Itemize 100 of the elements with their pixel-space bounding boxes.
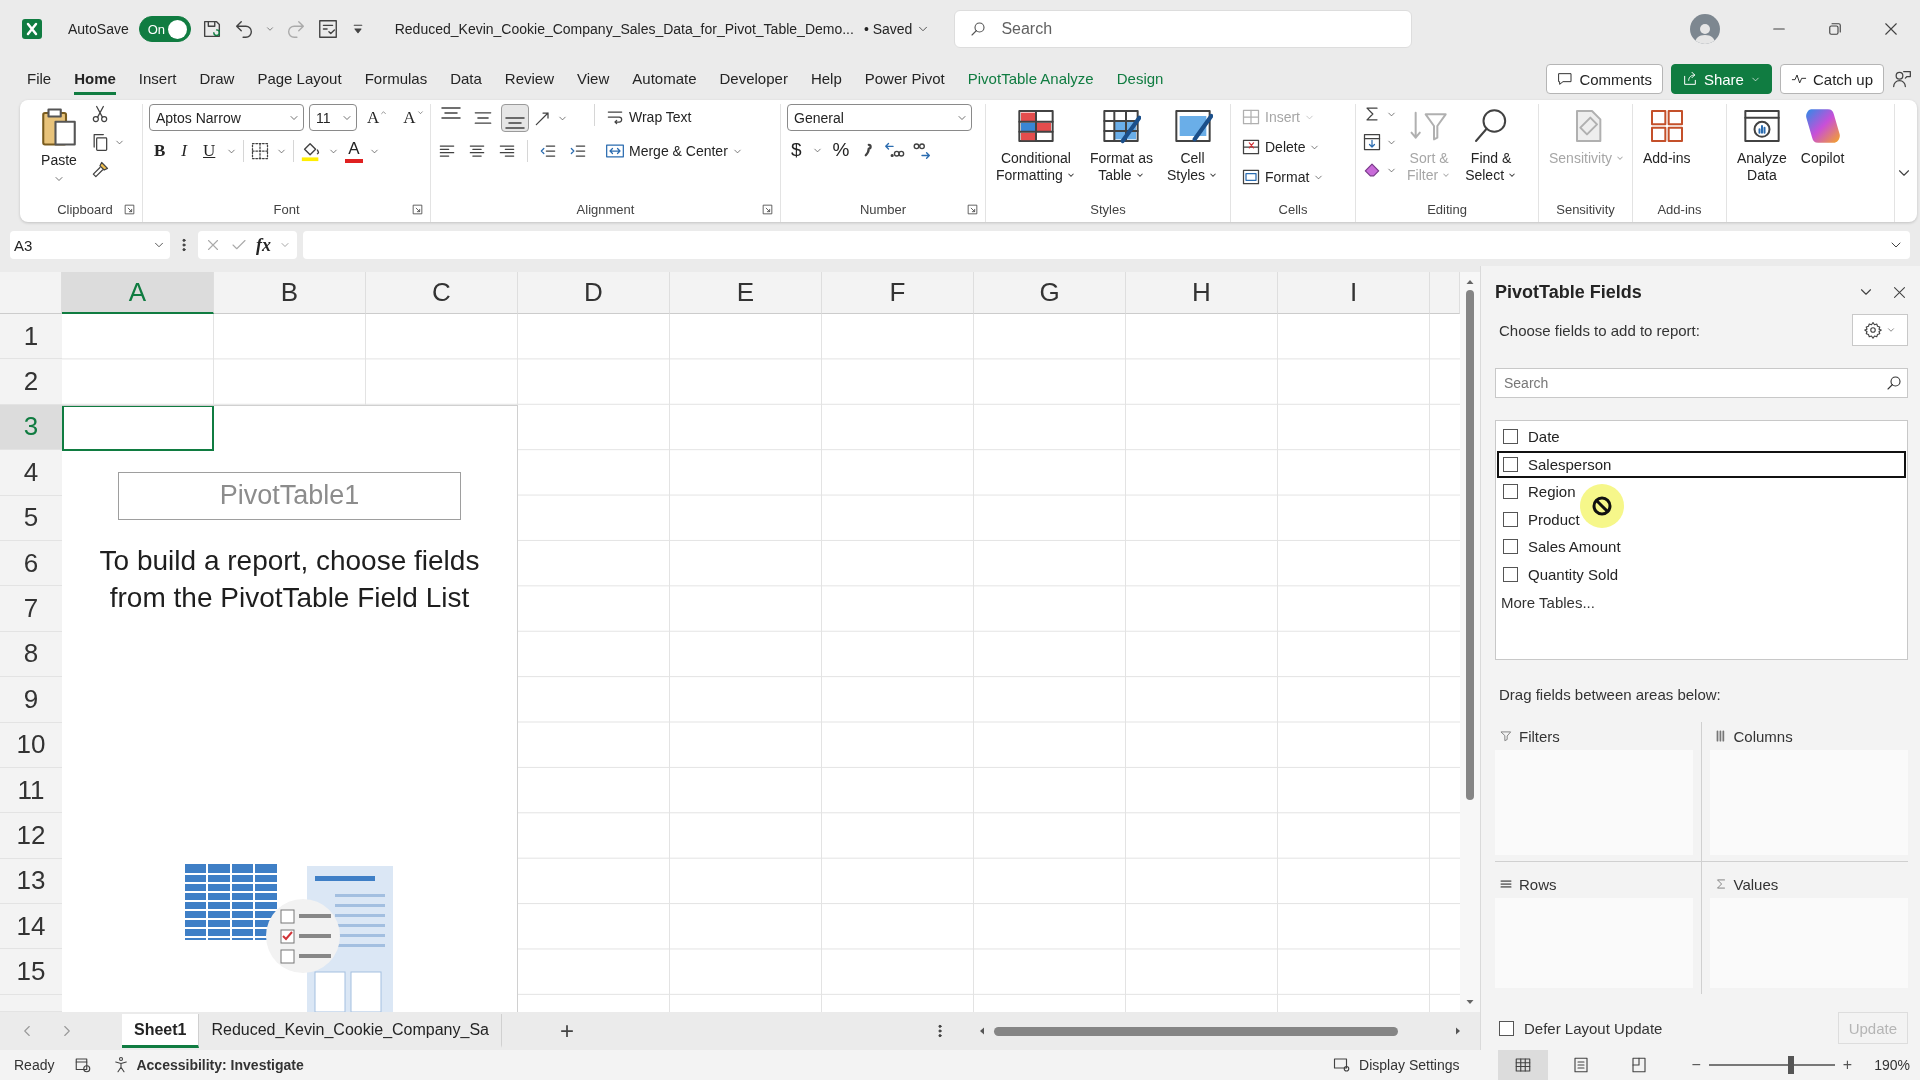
font-color-button[interactable]: A (345, 139, 363, 163)
row-header[interactable]: 1 (0, 314, 62, 360)
ribbon-button[interactable]: Copilot (1796, 104, 1849, 169)
zoom-level[interactable]: 190% (1874, 1057, 1910, 1073)
ribbon-button[interactable]: Cell Styles (1162, 104, 1223, 186)
ribbon-group-label: Cells (1278, 201, 1308, 217)
catch-up-button[interactable]: Catch up (1779, 64, 1884, 94)
row-header[interactable]: 13 (0, 858, 62, 905)
field-item[interactable]: Quantity Sold (1497, 560, 1906, 588)
field-item[interactable]: Salesperson (1497, 450, 1906, 478)
row-header[interactable]: 9 (0, 677, 62, 723)
font-name-field[interactable]: Aptos Narrow (149, 104, 304, 131)
saved-status-button[interactable]: • Saved (863, 21, 931, 37)
ribbon-tab[interactable]: Page Layout (257, 63, 342, 95)
document-title: Reduced_Kevin_Cookie_Company_Sales_Data_for_Pivot_Table_Demo... (394, 21, 854, 37)
share-button[interactable]: Share (1670, 64, 1772, 94)
ribbon-button[interactable]: Analyze Data (1733, 104, 1791, 186)
field-search-input[interactable]: Search (1502, 374, 1885, 392)
field-label: Quantity Sold (1528, 565, 1619, 583)
ribbon-tab[interactable]: Data (450, 63, 482, 95)
ribbon-tab[interactable]: Help (810, 63, 842, 95)
name-box[interactable]: A3 (10, 231, 170, 259)
field-item[interactable]: Product (1497, 505, 1906, 533)
status-text: Ready (14, 1057, 55, 1073)
row-header[interactable]: 14 (0, 904, 62, 950)
comments-button[interactable]: Comments (1546, 64, 1663, 94)
ribbon-tab[interactable]: Formulas (364, 63, 428, 95)
row-header[interactable]: 11 (0, 767, 62, 814)
ribbon-tab[interactable]: Home (74, 63, 116, 95)
autosave-label: AutoSave (68, 21, 129, 37)
search-input[interactable]: Search (999, 19, 1398, 39)
ribbon-tab[interactable]: Review (504, 63, 555, 95)
row-header[interactable]: 15 (0, 949, 62, 995)
insert-function-button[interactable]: fx (256, 234, 271, 256)
merge-center-button[interactable]: Merge & Center (601, 138, 747, 164)
ribbon-group-label: Number (859, 201, 907, 217)
row-header[interactable]: 7 (0, 586, 62, 632)
ribbon-tab[interactable]: Automate (632, 63, 697, 95)
field-item[interactable]: Sales Amount (1497, 533, 1906, 561)
autosave-toggle[interactable]: On (138, 16, 191, 42)
ribbon-tab[interactable]: Design (1116, 63, 1164, 95)
more-tables-link[interactable]: More Tables... (1501, 594, 1906, 611)
shrink-font-button[interactable]: A (398, 105, 430, 130)
field-label: Date (1528, 428, 1560, 446)
pivot-message: To build a report, choose fields from the PivotTable Field List (98, 543, 481, 615)
row-header[interactable]: 8 (0, 631, 62, 678)
zoom-in-button[interactable]: + (1842, 1056, 1853, 1074)
cells-button[interactable]: Format (1237, 164, 1329, 190)
ribbon-button[interactable]: Conditional Formatting (992, 104, 1080, 186)
ribbon-button[interactable]: Format as Table (1085, 104, 1157, 186)
ribbon-tab[interactable]: Power Pivot (864, 63, 945, 95)
ribbon-tab[interactable]: PivotTable Analyze (967, 63, 1094, 95)
grow-font-button[interactable]: A (362, 105, 394, 130)
currency-button[interactable]: $ (787, 137, 806, 163)
column-header[interactable]: C (366, 272, 518, 314)
ribbon-button[interactable]: Find & Select (1461, 104, 1522, 186)
field-search-field[interactable]: Search (1495, 368, 1908, 398)
row-header[interactable]: 3 (0, 404, 62, 451)
column-header[interactable]: H (1126, 272, 1278, 314)
text-style-button[interactable]: U (198, 139, 221, 163)
pane-subtitle: Choose fields to add to report: (1499, 321, 1700, 339)
display-settings-link[interactable]: Display Settings (1359, 1057, 1460, 1073)
row-header[interactable]: 2 (0, 359, 62, 405)
paste-button[interactable]: Paste (34, 104, 84, 187)
column-header[interactable]: E (670, 272, 822, 314)
ribbon-button[interactable]: Add-ins (1639, 104, 1695, 169)
row-header[interactable]: 6 (0, 540, 62, 587)
search-field[interactable]: Search (954, 10, 1413, 48)
text-style-button[interactable]: I (176, 139, 192, 163)
column-header[interactable]: G (974, 272, 1126, 314)
ribbon-tab[interactable]: Insert (138, 63, 177, 95)
area-label: Values (1733, 875, 1779, 893)
accessibility-status[interactable]: Accessibility: Investigate (136, 1057, 304, 1073)
column-header[interactable]: D (518, 272, 670, 314)
area-label: Rows (1519, 875, 1557, 893)
column-header[interactable]: B (214, 272, 366, 314)
row-header[interactable]: 4 (0, 450, 62, 496)
ribbon-tab[interactable]: View (577, 63, 610, 95)
ribbon-tab[interactable]: Draw (199, 63, 235, 95)
ribbon-group-label: Alignment (576, 201, 635, 217)
row-header[interactable]: 10 (0, 722, 62, 768)
field-item[interactable]: Date (1497, 423, 1906, 451)
wrap-text-button[interactable]: Wrap Text (601, 104, 747, 130)
column-header[interactable]: F (822, 272, 974, 314)
number-format-field[interactable]: General (787, 104, 972, 131)
sheet-tab[interactable]: Reduced_Kevin_Cookie_Company_Sa (199, 1014, 502, 1048)
zoom-out-button[interactable]: − (1691, 1056, 1701, 1074)
field-item[interactable]: Region (1497, 478, 1906, 506)
row-header[interactable]: 12 (0, 813, 62, 859)
cells-button[interactable]: Delete (1237, 134, 1329, 160)
font-size-field[interactable]: 11 (309, 104, 357, 131)
column-header[interactable]: I (1278, 272, 1430, 314)
add-sheet-button[interactable]: + (554, 1016, 580, 1046)
row-header[interactable]: 5 (0, 495, 62, 541)
column-header[interactable]: A (62, 272, 214, 314)
ribbon-tab[interactable]: File (27, 63, 52, 95)
text-style-button[interactable]: B (149, 139, 171, 163)
ribbon-tab[interactable]: Developer (719, 63, 788, 95)
percent-button[interactable]: % (828, 137, 854, 163)
sheet-tab[interactable]: Sheet1 (122, 1014, 200, 1048)
